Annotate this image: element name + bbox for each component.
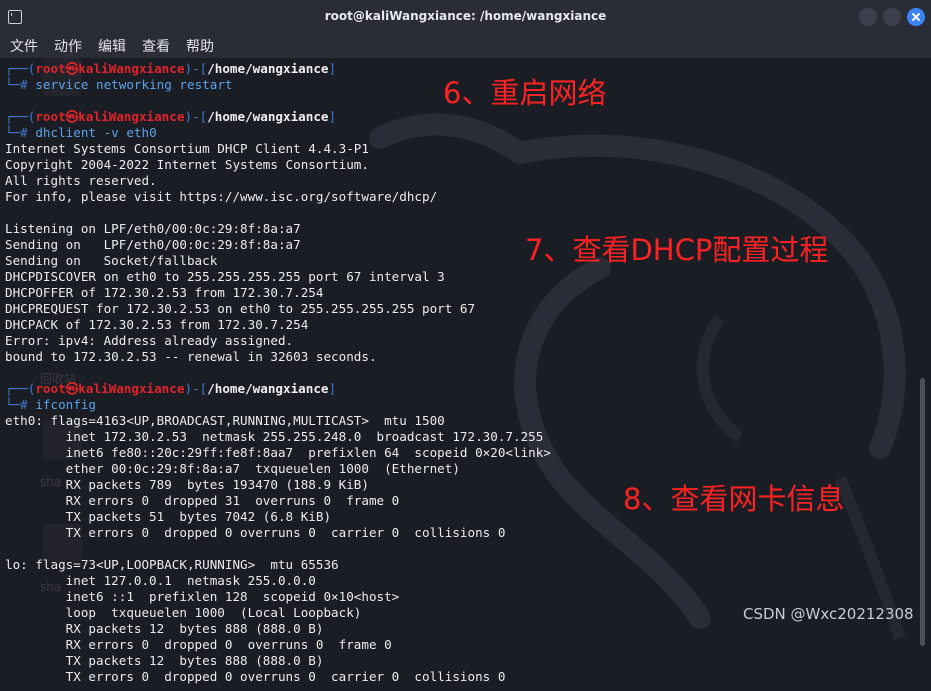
- prompt-corner: ┌──(: [5, 109, 36, 124]
- output-line: inet6 fe80::20c:29ff:fe8f:8aa7 prefixlen…: [5, 445, 551, 460]
- maximize-button[interactable]: [883, 8, 901, 26]
- menu-file[interactable]: 文件: [10, 36, 38, 56]
- output-line: Sending on Socket/fallback: [5, 253, 218, 268]
- skull-icon: ㉿: [65, 61, 79, 76]
- skull-icon: ㉿: [65, 381, 79, 396]
- output-line: loop txqueuelen 1000 (Local Loopback): [5, 605, 362, 620]
- output-line: All rights reserved.: [5, 173, 157, 188]
- output-line: RX errors 0 dropped 0 overruns 0 frame 0: [5, 637, 392, 652]
- output-line: TX errors 0 dropped 0 overruns 0 carrier…: [5, 669, 506, 684]
- prompt-end: ]: [328, 61, 337, 76]
- output-line: ether 00:0c:29:8f:8a:a7 txqueuelen 1000 …: [5, 461, 460, 476]
- close-button[interactable]: [907, 8, 925, 26]
- menu-edit[interactable]: 编辑: [98, 36, 126, 56]
- prompt-sep: )-[: [184, 381, 208, 396]
- output-line: Copyright 2004-2022 Internet Systems Con…: [5, 157, 369, 172]
- prompt-line: ┌──(root㉿kaliWangxiance)-[/home/wangxian…: [5, 381, 336, 397]
- prompt-line: ┌──(root㉿kaliWangxiance)-[/home/wangxian…: [5, 61, 336, 77]
- command-line: └─# dhclient -v eth0: [5, 125, 157, 141]
- menu-actions[interactable]: 动作: [54, 36, 82, 56]
- output-line: DHCPOFFER of 172.30.2.53 from 172.30.7.2…: [5, 285, 324, 300]
- output-line: inet 172.30.2.53 netmask 255.255.248.0 b…: [5, 429, 544, 444]
- command-text: ifconfig: [35, 397, 97, 412]
- prompt-line: ┌──(root㉿kaliWangxiance)-[/home/wangxian…: [5, 109, 336, 125]
- window-title: root@kaliWangxiance: /home/wangxiance: [324, 9, 607, 23]
- menu-view[interactable]: 查看: [142, 36, 170, 56]
- output-line: DHCPREQUEST for 172.30.2.53 on eth0 to 2…: [5, 301, 476, 316]
- output-line: TX packets 12 bytes 888 (888.0 B): [5, 653, 324, 668]
- command-text: dhclient -v eth0: [35, 125, 157, 140]
- output-line: inet6 ::1 prefixlen 128 scopeid 0×10<hos…: [5, 589, 400, 604]
- skull-icon: ㉿: [65, 109, 79, 124]
- prompt-host: kaliWangxiance: [78, 381, 185, 396]
- output-line: inet 127.0.0.1 netmask 255.0.0.0: [5, 573, 316, 588]
- prompt-host: kaliWangxiance: [78, 61, 185, 76]
- output-line: TX errors 0 dropped 0 overruns 0 carrier…: [5, 525, 506, 540]
- output-line: For info, please visit https://www.isc.o…: [5, 189, 438, 204]
- output-line: TX packets 51 bytes 7042 (6.8 KiB): [5, 509, 332, 524]
- annotation-dhcp-process: 7、查看DHCP配置过程: [525, 233, 829, 267]
- title-bar: root@kaliWangxiance: /home/wangxiance: [0, 0, 931, 34]
- output-line: Sending on LPF/eth0/00:0c:29:8f:8a:a7: [5, 237, 301, 252]
- output-line: Error: ipv4: Address already assigned.: [5, 333, 294, 348]
- scrollbar[interactable]: [920, 378, 925, 646]
- prompt-path: /home/wangxiance: [207, 109, 329, 124]
- prompt-corner: ┌──(: [5, 61, 36, 76]
- output-line: lo: flags=73<UP,LOOPBACK,RUNNING> mtu 65…: [5, 557, 339, 572]
- csdn-watermark: CSDN @Wxc20212308: [743, 605, 914, 623]
- prompt-sep: )-[: [184, 109, 208, 124]
- output-line: RX errors 0 dropped 31 overruns 0 frame …: [5, 493, 400, 508]
- prompt-user: root: [35, 381, 66, 396]
- command-line: └─# service networking restart: [5, 77, 232, 93]
- output-line: bound to 172.30.2.53 -- renewal in 32603…: [5, 349, 377, 364]
- prompt-user: root: [35, 61, 66, 76]
- prompt-hash: └─#: [5, 125, 36, 140]
- menu-help[interactable]: 帮助: [186, 36, 214, 56]
- prompt-path: /home/wangxiance: [207, 61, 329, 76]
- prompt-end: ]: [328, 109, 337, 124]
- prompt-path: /home/wangxiance: [207, 381, 329, 396]
- command-text: service networking restart: [35, 77, 233, 92]
- prompt-user: root: [35, 109, 66, 124]
- annotation-restart-network: 6、重启网络: [443, 76, 607, 110]
- output-line: RX packets 12 bytes 888 (888.0 B): [5, 621, 324, 636]
- minimize-button[interactable]: [859, 8, 877, 26]
- command-line: └─# ifconfig: [5, 397, 96, 413]
- menu-bar: 文件 动作 编辑 查看 帮助: [0, 33, 931, 58]
- prompt-host: kaliWangxiance: [78, 109, 185, 124]
- prompt-hash: └─#: [5, 397, 36, 412]
- terminal-area[interactable]: 回收站 sha sha ┌──(root㉿kaliWangxiance)-[/h…: [0, 58, 931, 691]
- prompt-end: ]: [328, 381, 337, 396]
- output-line: DHCPACK of 172.30.2.53 from 172.30.7.254: [5, 317, 309, 332]
- output-line: eth0: flags=4163<UP,BROADCAST,RUNNING,MU…: [5, 413, 445, 428]
- output-line: RX packets 789 bytes 193470 (188.9 KiB): [5, 477, 369, 492]
- output-line: Listening on LPF/eth0/00:0c:29:8f:8a:a7: [5, 221, 301, 236]
- output-line: Internet Systems Consortium DHCP Client …: [5, 141, 369, 156]
- prompt-hash: └─#: [5, 77, 36, 92]
- annotation-nic-info: 8、查看网卡信息: [623, 482, 845, 516]
- prompt-corner: ┌──(: [5, 381, 36, 396]
- output-line: DHCPDISCOVER on eth0 to 255.255.255.255 …: [5, 269, 445, 284]
- prompt-sep: )-[: [184, 61, 208, 76]
